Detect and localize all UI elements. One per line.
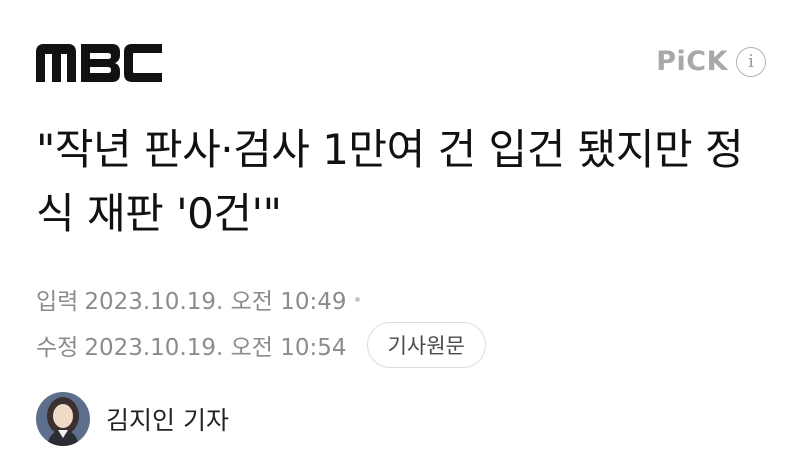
input-time: 2023.10.19. 오전 10:49 [84, 289, 347, 315]
edit-label: 수정 [36, 335, 79, 361]
reporter-byline[interactable]: 김지인 기자 [36, 392, 229, 446]
reporter-name[interactable]: 김지인 기자 [106, 401, 229, 437]
pick-label: PiCK [656, 46, 728, 77]
original-article-button[interactable]: 기사원문 [366, 322, 486, 368]
input-label: 입력 [36, 289, 79, 315]
input-timestamp: 입력 2023.10.19. 오전 10:49 [36, 282, 360, 316]
article-header: PiCK i [36, 40, 766, 90]
edit-time: 2023.10.19. 오전 10:54 [84, 335, 347, 361]
reporter-avatar[interactable] [36, 392, 90, 446]
info-icon[interactable]: i [736, 46, 766, 77]
article-headline: "작년 판사·검사 1만여 건 입건 됐지만 정식 재판 '0건'" [36, 125, 744, 238]
mbc-logo[interactable] [36, 44, 162, 82]
edit-timestamp: 수정 2023.10.19. 오전 10:54 기사원문 [36, 322, 486, 368]
separator-dot [354, 296, 360, 302]
pick-badge[interactable]: PiCK i [656, 46, 766, 77]
